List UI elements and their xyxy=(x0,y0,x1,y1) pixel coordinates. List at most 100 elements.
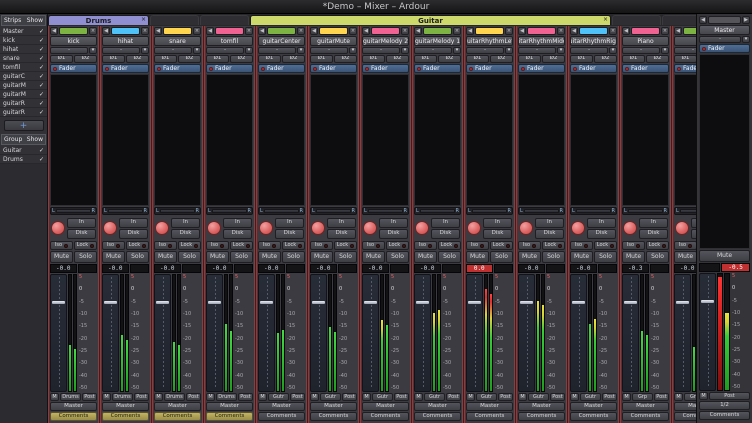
output-button[interactable]: Master xyxy=(622,402,669,411)
fader-handle[interactable] xyxy=(52,301,65,304)
solo-button[interactable]: Solo xyxy=(438,251,461,263)
pan-position-bar[interactable] xyxy=(264,209,299,213)
gain-display[interactable]: -0.3 xyxy=(622,264,649,273)
monitor-input-button[interactable]: In xyxy=(119,218,148,228)
strip-name-button[interactable]: guitarMute xyxy=(310,36,357,46)
meter-point-button[interactable]: Post xyxy=(498,393,513,401)
phase-invert-2-button[interactable]: Ø2 xyxy=(646,55,669,63)
solo-button[interactable]: Solo xyxy=(74,251,97,263)
phase-invert-1-button[interactable]: Ø1 xyxy=(518,55,541,63)
sidebar-row[interactable]: guitarR ✓ xyxy=(0,99,47,108)
fader-handle[interactable] xyxy=(104,301,117,304)
fader-handle[interactable] xyxy=(676,301,689,304)
phase-invert-2-button[interactable]: Ø2 xyxy=(282,55,305,63)
sidebar-row[interactable]: Drums ✓ xyxy=(0,155,47,164)
sidebar-row[interactable]: guitarM ✓ xyxy=(0,81,47,90)
comments-button[interactable]: Comments xyxy=(414,412,461,421)
solo-button[interactable]: Solo xyxy=(178,251,201,263)
fader-processor-entry[interactable]: Fader xyxy=(414,64,461,73)
fader-handle[interactable] xyxy=(520,301,533,304)
input-button[interactable]: - xyxy=(102,47,140,54)
monitor-input-button[interactable]: In xyxy=(639,218,668,228)
fader-handle[interactable] xyxy=(312,301,325,304)
mute-button[interactable]: Mute xyxy=(310,251,333,263)
master-peak-display[interactable]: -0.5 xyxy=(721,263,750,272)
fader-processor-entry[interactable]: Fader xyxy=(362,64,409,73)
group-button[interactable]: Gutr xyxy=(372,393,393,401)
visibility-checkmark[interactable]: ✓ xyxy=(39,147,44,154)
pan-control[interactable]: L R xyxy=(362,207,409,215)
solo-lock-button[interactable]: Lock xyxy=(334,241,357,250)
visibility-checkmark[interactable]: ✓ xyxy=(39,91,44,98)
fader-processor-entry[interactable]: Fader xyxy=(154,64,201,73)
mute-button[interactable]: Mute xyxy=(154,251,177,263)
processor-box[interactable] xyxy=(466,74,513,206)
phase-invert-2-button[interactable]: Ø2 xyxy=(334,55,357,63)
monitor-input-button[interactable]: In xyxy=(535,218,564,228)
group-button[interactable]: Grp xyxy=(684,393,696,401)
visibility-checkmark[interactable]: ✓ xyxy=(39,55,44,62)
master-output-button[interactable]: 1/2 xyxy=(699,401,750,410)
strip-color-swatch[interactable] xyxy=(371,27,400,35)
phase-invert-2-button[interactable]: Ø2 xyxy=(230,55,253,63)
solo-isolate-button[interactable]: Iso xyxy=(674,241,696,250)
solo-button[interactable]: Solo xyxy=(542,251,565,263)
meter-point-button[interactable]: Post xyxy=(290,393,305,401)
strip-m-button[interactable]: M xyxy=(674,393,683,401)
processor-led[interactable] xyxy=(261,67,265,71)
group-button[interactable]: Gutr xyxy=(528,393,549,401)
mute-button[interactable]: Mute xyxy=(206,251,229,263)
phase-invert-2-button[interactable]: Ø2 xyxy=(178,55,201,63)
strip-name-button[interactable]: guitarMelody 1 xyxy=(414,36,461,46)
group-button[interactable]: Drums xyxy=(112,393,133,401)
strip-name-button[interactable]: guitarRhythmMiddle xyxy=(518,36,565,46)
solo-isolate-button[interactable]: Iso xyxy=(466,241,489,250)
hide-strip-icon[interactable]: × xyxy=(245,27,253,35)
input-button[interactable]: - xyxy=(362,47,400,54)
group-button[interactable]: Drums xyxy=(216,393,237,401)
solo-isolate-button[interactable]: Iso xyxy=(622,241,645,250)
close-tab-icon[interactable]: × xyxy=(603,16,608,23)
comments-button[interactable]: Comments xyxy=(622,412,669,421)
group-button[interactable]: Gutr xyxy=(320,393,341,401)
record-enable-button[interactable] xyxy=(207,221,221,235)
master-processor-box[interactable] xyxy=(699,54,750,249)
phase-invert-1-button[interactable]: Ø1 xyxy=(414,55,437,63)
monitor-disk-button[interactable]: Disk xyxy=(639,229,668,239)
solo-button[interactable]: Solo xyxy=(126,251,149,263)
sidebar-row[interactable]: Master ✓ xyxy=(0,27,47,36)
strip-name-button[interactable]: hihat xyxy=(102,36,149,46)
solo-lock-button[interactable]: Lock xyxy=(438,241,461,250)
fader-processor-entry[interactable]: Fader xyxy=(466,64,513,73)
hide-strip-icon[interactable]: × xyxy=(557,27,565,35)
narrow-strip-icon[interactable]: ◀ xyxy=(206,27,214,35)
monitor-disk-button[interactable]: Disk xyxy=(275,229,304,239)
pan-position-bar[interactable] xyxy=(524,209,559,213)
input-button[interactable]: - xyxy=(50,47,88,54)
pan-position-bar[interactable] xyxy=(160,209,195,213)
output-button[interactable]: Master xyxy=(206,402,253,411)
hide-strip-icon[interactable]: × xyxy=(297,27,305,35)
master-mute-button[interactable]: Mute xyxy=(699,250,750,262)
comments-button[interactable]: Comments xyxy=(206,412,253,421)
gain-fader[interactable] xyxy=(102,274,119,392)
titlebar[interactable]: *Demo – Mixer – Ardour xyxy=(0,0,752,14)
pan-position-bar[interactable] xyxy=(212,209,247,213)
master-context-menu-icon[interactable]: ▾ xyxy=(742,36,750,43)
group-button[interactable]: Gutr xyxy=(476,393,497,401)
phase-invert-1-button[interactable]: Ø1 xyxy=(622,55,645,63)
strip-color-swatch[interactable] xyxy=(59,27,88,35)
phase-invert-2-button[interactable]: Ø2 xyxy=(594,55,617,63)
fader-handle[interactable] xyxy=(156,301,169,304)
record-enable-button[interactable] xyxy=(623,221,637,235)
fader-processor-entry[interactable]: Fader xyxy=(310,64,357,73)
add-strip-button[interactable]: + xyxy=(4,120,44,131)
strip-m-button[interactable]: M xyxy=(518,393,527,401)
peak-display[interactable] xyxy=(338,264,358,273)
gain-fader[interactable] xyxy=(466,274,483,392)
solo-button[interactable]: Solo xyxy=(594,251,617,263)
input-button[interactable]: - xyxy=(674,47,696,54)
solo-isolate-button[interactable]: Iso xyxy=(206,241,229,250)
processor-led[interactable] xyxy=(469,67,473,71)
record-enable-button[interactable] xyxy=(363,221,377,235)
